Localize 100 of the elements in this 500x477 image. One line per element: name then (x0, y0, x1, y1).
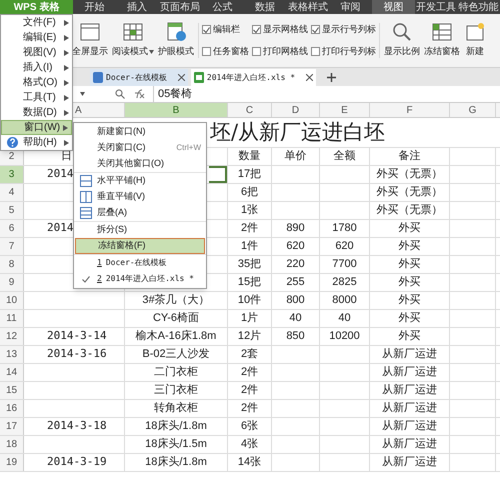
row-header[interactable]: 7 (0, 238, 24, 255)
menu-item[interactable]: 帮助(H) (1, 135, 72, 150)
menu-item[interactable]: 新建窗口(N) (75, 124, 205, 140)
table-cell-text: 2014-3-16 (47, 346, 107, 362)
checkbox-box[interactable] (202, 46, 211, 56)
menu-item[interactable]: 窗口(W) (1, 120, 72, 135)
add-tab-icon[interactable] (327, 73, 336, 82)
menu-item[interactable]: 编辑(E) (1, 30, 72, 45)
search-icon[interactable] (115, 89, 125, 99)
column-header[interactable]: E (320, 103, 370, 117)
menu-item[interactable]: 冻结窗格(F) (75, 238, 205, 254)
ribbon-tab[interactable]: 视图 (372, 0, 415, 14)
row-header[interactable]: 14 (0, 364, 24, 381)
menu-item[interactable]: 层叠(A) (75, 205, 205, 221)
checkbox[interactable]: 显示网格线 (252, 23, 308, 36)
table-cell-text: 二门衣柜 (154, 364, 198, 380)
table-cell-text: 8000 (332, 293, 357, 308)
menu-item-label: 层叠(A) (97, 206, 128, 220)
row-header[interactable]: 9 (0, 274, 24, 291)
column-header[interactable]: B (125, 103, 228, 117)
selected-cell[interactable] (209, 166, 227, 183)
menu-item[interactable]: 2 2014年进入白坯.xls * (75, 271, 205, 287)
function-icon[interactable] (133, 89, 145, 99)
ribbon-button[interactable]: 冻结窗格 (424, 22, 460, 59)
table-cell-text: 4张 (240, 437, 258, 452)
ribbon-tab[interactable]: 公式 (201, 0, 244, 14)
column-header[interactable]: F (370, 103, 450, 117)
table-cell-text: 从新厂运进 (382, 382, 437, 398)
ribbon-tab[interactable]: 插入 (116, 0, 158, 14)
ribbon-tab[interactable]: 页面布局 (158, 0, 202, 14)
menu-item[interactable]: 水平平铺(H) (75, 173, 205, 189)
ribbon-button[interactable]: 阅读模式 (112, 22, 154, 59)
document-tab[interactable]: Docer-在线模板 (90, 69, 188, 86)
checkbox[interactable]: 显示行号列标 (311, 23, 376, 36)
table-cell-text: 2件 (240, 401, 258, 416)
ribbon-tab[interactable]: 特色功能 (457, 0, 500, 14)
ribbon-tab[interactable]: 开始 (73, 0, 116, 14)
row-header[interactable]: 8 (0, 256, 24, 273)
checkbox-box[interactable] (252, 46, 261, 56)
close-icon[interactable] (306, 74, 314, 81)
table-cell-text: 40 (289, 311, 302, 326)
checkbox-box[interactable] (202, 25, 211, 34)
checkbox[interactable]: 打印行号列标 (311, 44, 376, 58)
close-icon[interactable] (178, 74, 185, 81)
checkbox-box[interactable] (311, 46, 320, 56)
column-header[interactable]: C (228, 103, 272, 117)
row-header[interactable]: 17 (0, 418, 24, 435)
ribbon-tab[interactable]: 数据 (244, 0, 287, 14)
menu-item[interactable]: 关闭其他窗口(O) (75, 156, 205, 172)
menu-item[interactable]: 垂直平铺(V) (75, 189, 205, 205)
row-header[interactable]: 11 (0, 310, 24, 327)
checkbox-box[interactable] (311, 25, 320, 34)
row-header[interactable]: 3 (0, 166, 24, 183)
table-cell-text: B-02三人沙发 (142, 347, 210, 362)
ribbon-tab[interactable]: 审阅 (329, 0, 372, 14)
checkbox[interactable]: 编辑栏 (202, 23, 249, 36)
ribbon-button[interactable]: 护眼模式 (158, 22, 194, 59)
ribbon-button[interactable]: 新建 (464, 22, 486, 59)
table-cell-text: 2014-3-19 (47, 454, 107, 470)
checkbox[interactable]: 打印网格线 (252, 44, 308, 58)
ribbon-tab[interactable]: 开发工具 (414, 0, 458, 14)
row-header[interactable]: 6 (0, 220, 24, 237)
menu-item[interactable]: 拆分(S) (75, 222, 205, 238)
row-header[interactable]: 18 (0, 436, 24, 453)
row-header[interactable]: 16 (0, 400, 24, 417)
table-cell-text: 14张 (238, 455, 262, 470)
caret-icon (64, 64, 69, 70)
checkbox-box[interactable] (252, 25, 261, 34)
menu-item-number: 1 (97, 257, 102, 269)
row-header[interactable]: 4 (0, 184, 24, 201)
table-cell-text: 18床头/1.8m (145, 418, 207, 434)
menu-item[interactable]: 关闭窗口(C) Ctrl+W (75, 140, 205, 156)
menu-item-label: 窗口(W) (24, 120, 62, 135)
menu-item[interactable]: 视图(V) (1, 45, 72, 60)
window-icon (464, 22, 486, 42)
column-header[interactable]: G (450, 103, 496, 117)
ribbon-button[interactable]: 显示比例 (384, 22, 420, 59)
formula-input[interactable]: 05餐椅 (153, 86, 500, 102)
menu-item[interactable]: 格式(O) (1, 75, 72, 90)
row-header[interactable]: 15 (0, 382, 24, 399)
ribbon-button[interactable]: 全屏显示 (72, 22, 108, 59)
menu-item[interactable]: 插入(I) (1, 60, 72, 75)
row-header[interactable]: 10 (0, 292, 24, 309)
menu-item-label: 关闭其他窗口(O) (97, 157, 165, 170)
row-header[interactable]: 5 (0, 202, 24, 219)
column-header[interactable]: D (272, 103, 320, 117)
ribbon-tab[interactable]: 表格样式 (286, 0, 330, 14)
app-menu-button[interactable]: WPS 表格 (0, 0, 73, 14)
checkbox[interactable]: 任务窗格 (202, 44, 249, 58)
dropdown-icon[interactable] (80, 92, 85, 96)
menu-item-label: 插入(I) (23, 60, 54, 75)
document-tab[interactable]: 2014年进入白坯.xls * (190, 69, 316, 86)
menu-item[interactable]: 工具(T) (1, 90, 72, 105)
row-header[interactable]: 13 (0, 346, 24, 363)
menu-item[interactable]: 1 Docer-在线模板 (75, 255, 205, 271)
row-header[interactable]: 19 (0, 454, 24, 471)
menu-item[interactable]: 文件(F) (1, 15, 72, 30)
row-header[interactable]: 12 (0, 328, 24, 345)
menu-item-label: 工具(T) (23, 91, 57, 105)
menu-item-number: 2 (97, 273, 102, 285)
